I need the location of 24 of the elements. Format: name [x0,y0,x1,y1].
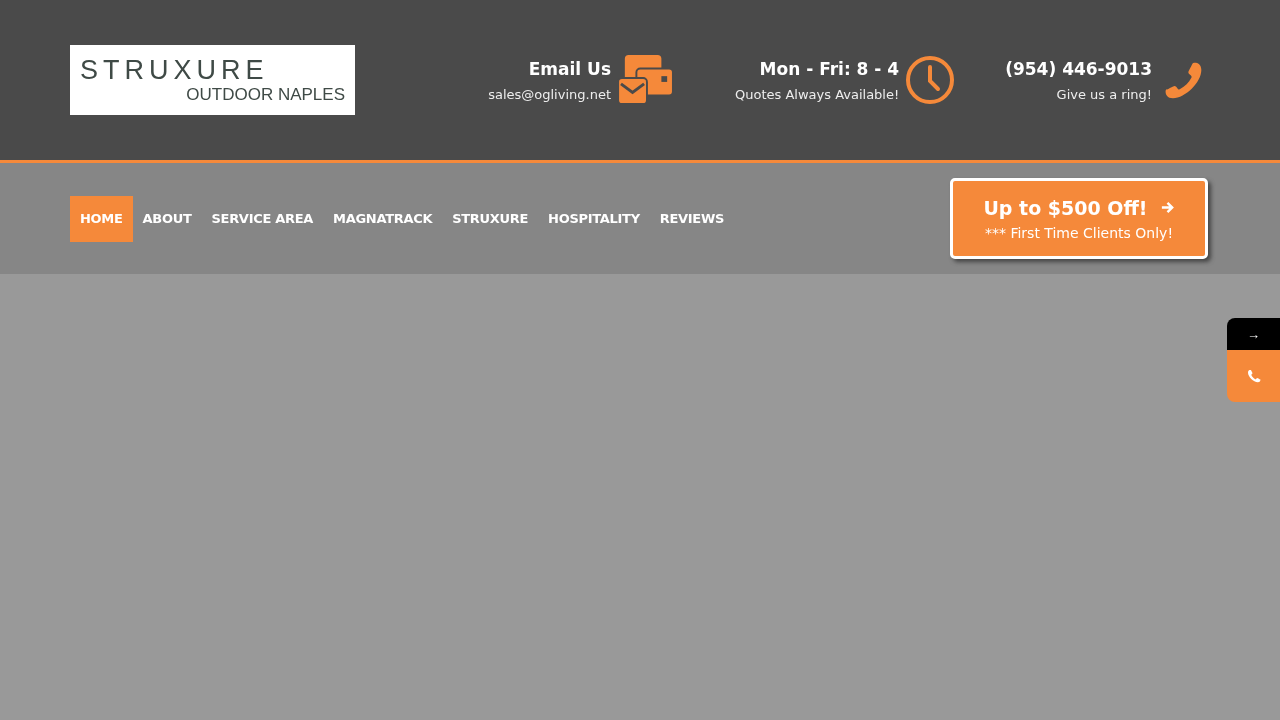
nav-link[interactable]: REVIEWS [649,195,735,242]
logo[interactable]: STRUXURE OUTDOOR NAPLES [70,45,355,115]
offer-button[interactable]: Up to $500 Off! *** First Time Clients Only! [950,178,1208,259]
nav-link[interactable]: SERVICE AREA [201,195,324,242]
contact-subtitle: sales@ogliving.net [488,86,611,102]
nav-link[interactable]: ABOUT [132,195,202,242]
side-toggle-button[interactable]: → [1227,318,1280,350]
contact-title: Mon - Fri: 8 - 4 [759,58,900,79]
contact-subtitle: Give us a ring! [1056,86,1152,102]
envelopes-icon [617,55,675,105]
nav-link[interactable]: MAGNATRACK [323,195,443,242]
logo-subtitle: OUTDOOR NAPLES [186,85,345,105]
clock-icon [905,55,956,105]
nav-link[interactable]: STRUXURE [442,195,539,242]
nav-link[interactable]: HOME [70,195,133,242]
offer-title: Up to $500 Off! [983,196,1148,219]
contact-subtitle: Quotes Always Available! [735,86,900,102]
offer-subtitle: *** First Time Clients Only! [985,224,1173,241]
contact-title: Email Us [528,58,611,79]
contact-title: (954) 446-9013 [1005,58,1152,79]
nav-link[interactable]: HOSPITALITY [538,195,650,242]
logo-wordmark: STRUXURE [80,55,269,85]
call-button[interactable] [1227,350,1280,402]
arrow-right-icon [1159,200,1175,215]
